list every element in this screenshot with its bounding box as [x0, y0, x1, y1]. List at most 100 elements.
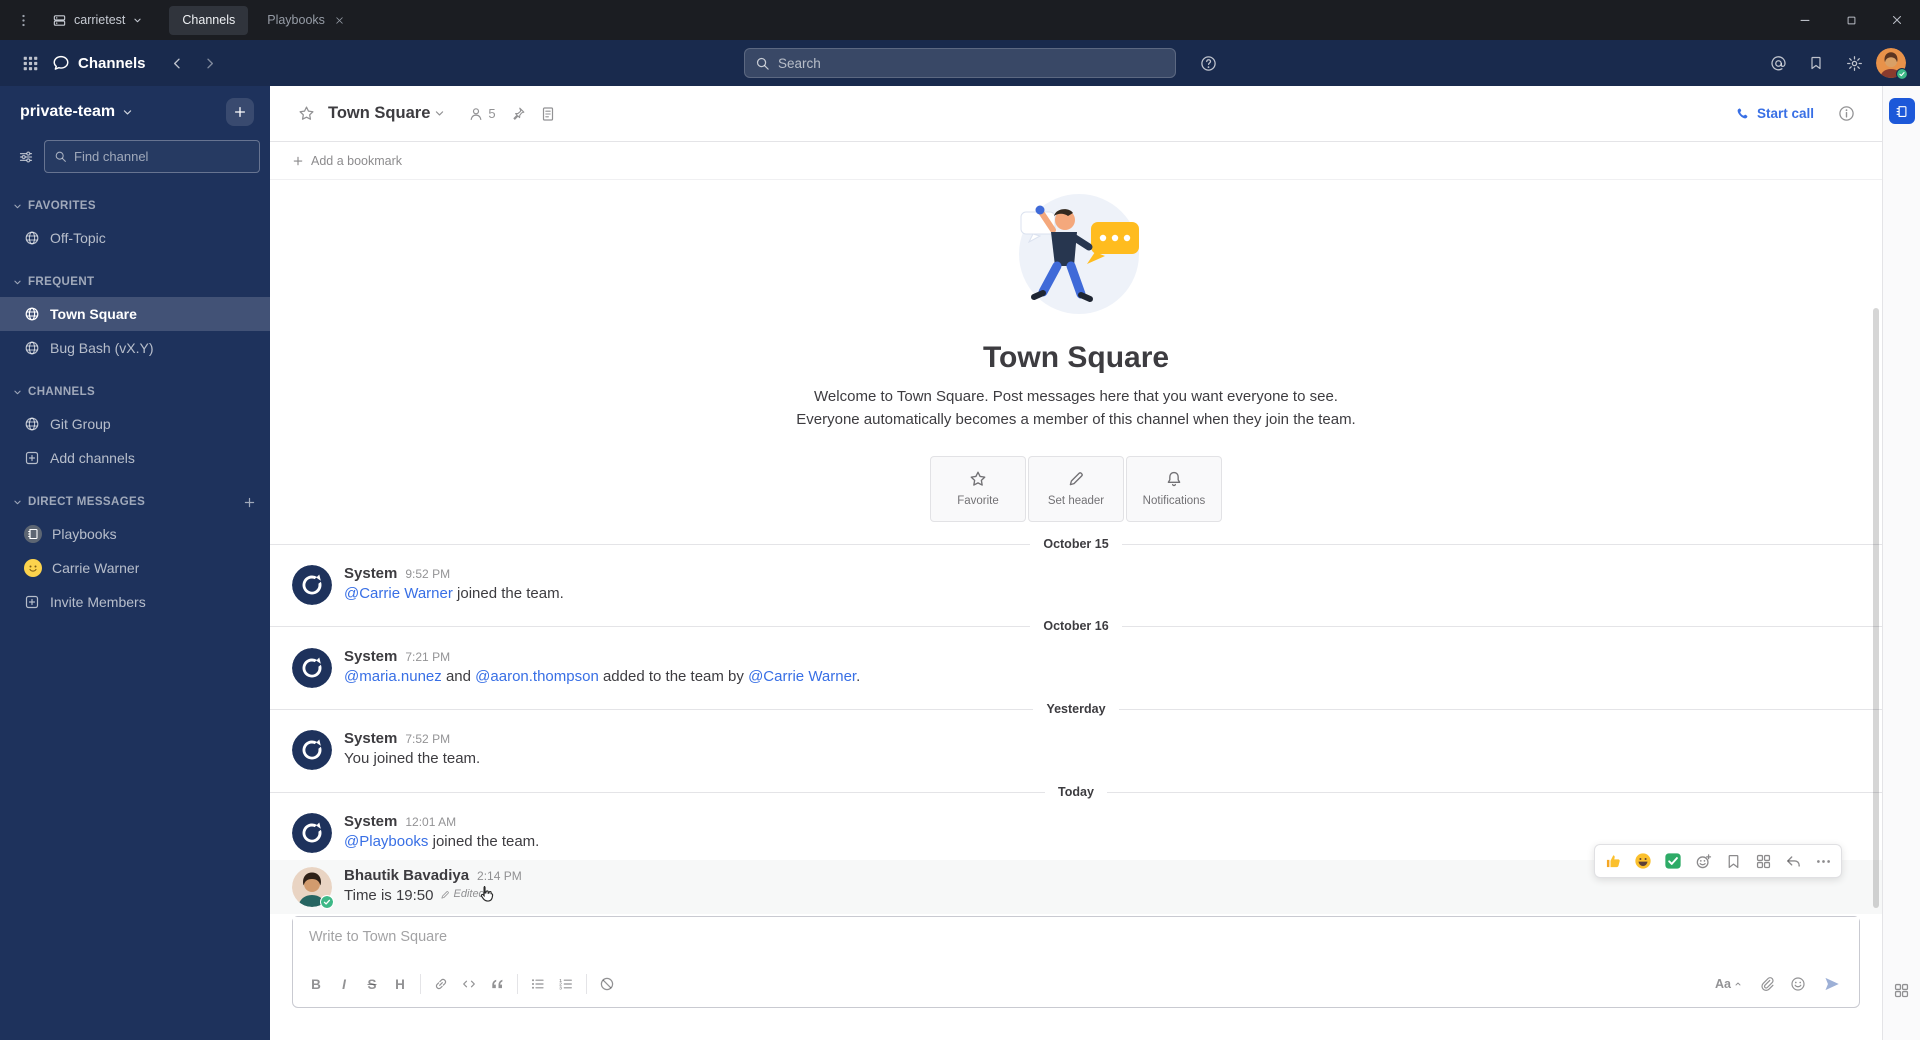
channel-filter-button[interactable] [18, 149, 34, 165]
globe-icon [24, 230, 40, 246]
history-back-button[interactable] [164, 47, 192, 79]
scrollbar-thumb[interactable] [1873, 308, 1879, 908]
mentions-button[interactable] [1762, 47, 1794, 79]
attach-file-button[interactable] [1753, 971, 1781, 997]
saved-messages-button[interactable] [1800, 47, 1832, 79]
bold-button[interactable]: B [302, 971, 330, 997]
sidebar-item-off-topic[interactable]: Off-Topic [0, 221, 270, 255]
save-message-icon[interactable] [1718, 847, 1748, 875]
add-reaction-icon[interactable] [1688, 847, 1718, 875]
sidebar-item-invite-members[interactable]: Invite Members [0, 585, 270, 619]
message-avatar[interactable] [292, 867, 334, 909]
sidebar-item-carrie-warner[interactable]: Carrie Warner [0, 551, 270, 585]
help-button[interactable] [1192, 47, 1224, 79]
quote-button[interactable] [483, 971, 511, 997]
reply-icon[interactable] [1778, 847, 1808, 875]
mattermost-app: carrietest Channels Playbooks Channels S… [0, 0, 1920, 1040]
add-channels-plus-button[interactable] [226, 98, 254, 126]
playbooks-app-icon[interactable] [1888, 98, 1915, 124]
app-menu-button[interactable] [6, 0, 40, 40]
numbered-list-button[interactable]: 123 [552, 971, 580, 997]
message-avatar[interactable] [292, 565, 332, 606]
italic-button[interactable]: I [330, 971, 358, 997]
mention-link[interactable]: @Carrie Warner [344, 585, 453, 602]
product-switcher-button[interactable] [14, 47, 46, 79]
tab-playbooks[interactable]: Playbooks [254, 6, 358, 35]
minimize-icon [1798, 13, 1812, 27]
mention-link[interactable]: @aaron.thompson [475, 668, 599, 685]
heading-button[interactable]: H [386, 971, 414, 997]
favorite-channel-button[interactable] [292, 100, 320, 128]
bookmarks-bar[interactable]: Add a bookmark [270, 142, 1882, 180]
intro-action-notifications[interactable]: Notifications [1126, 455, 1222, 522]
sidebar-section-header[interactable]: FAVORITES [0, 191, 270, 221]
channel-files-button[interactable] [534, 100, 562, 128]
sidebar-item-git-group[interactable]: Git Group [0, 407, 270, 441]
dots-vertical-icon [16, 13, 31, 28]
date-divider-label[interactable]: October 15 [1030, 536, 1122, 551]
close-icon [1890, 13, 1904, 27]
message-sender: System [344, 565, 398, 583]
user-avatar[interactable] [1876, 48, 1908, 80]
chevron-down-icon [12, 497, 23, 508]
sidebar-item-town-square[interactable]: Town Square [0, 297, 270, 331]
svg-text:3: 3 [559, 986, 562, 992]
mention-link[interactable]: @Playbooks [344, 833, 428, 850]
sidebar-section-header[interactable]: DIRECT MESSAGES [0, 487, 270, 517]
global-search[interactable] [744, 48, 1176, 78]
add-direct-message-icon[interactable] [243, 496, 256, 509]
message-apps-icon[interactable] [1748, 847, 1778, 875]
intro-action-favorite[interactable]: Favorite [930, 455, 1026, 522]
close-tab-icon[interactable] [334, 15, 345, 26]
search-icon [755, 56, 770, 71]
send-message-button[interactable] [1815, 970, 1849, 998]
intro-action-set-header[interactable]: Set header [1028, 455, 1124, 522]
link-button[interactable] [427, 971, 455, 997]
composer-toolbar: B I S H 123 Aa [293, 965, 1859, 1007]
more-actions-icon[interactable] [1808, 847, 1838, 875]
apps-grid-icon[interactable] [1888, 976, 1916, 1004]
maximize-button[interactable] [1828, 0, 1874, 40]
history-forward-button[interactable] [196, 47, 224, 79]
find-channel-input[interactable] [74, 149, 250, 164]
reaction-thumbs-up-icon[interactable] [1598, 847, 1628, 875]
start-call-button[interactable]: Start call [1727, 102, 1822, 125]
message-avatar[interactable] [292, 647, 332, 688]
date-divider-label[interactable]: October 16 [1030, 619, 1122, 634]
sidebar-item-add-channels[interactable]: Add channels [0, 441, 270, 475]
pinned-posts-button[interactable] [504, 100, 532, 128]
sidebar-section-header[interactable]: CHANNELS [0, 377, 270, 407]
server-selector[interactable]: carrietest [40, 0, 155, 40]
close-button[interactable] [1874, 0, 1920, 40]
tab-channels[interactable]: Channels [169, 5, 249, 35]
reaction-check-mark-button-icon[interactable] [1658, 847, 1688, 875]
team-menu[interactable]: private-team [20, 103, 134, 121]
find-channel-box[interactable] [44, 140, 260, 173]
bulleted-list-icon [530, 976, 546, 992]
emoji-picker-button[interactable] [1784, 971, 1812, 997]
formatting-toggle-button[interactable]: Aa [1708, 971, 1750, 997]
channel-title-menu[interactable]: Town Square [324, 104, 450, 123]
settings-button[interactable] [1838, 47, 1870, 79]
mention-link[interactable]: @Carrie Warner [748, 668, 856, 685]
message-avatar[interactable] [292, 730, 332, 771]
sidebar-item-bug-bash-vx-y[interactable]: Bug Bash (vX.Y) [0, 331, 270, 365]
channel-members-button[interactable]: 5 [462, 100, 501, 128]
playbook-icon [1894, 104, 1909, 119]
date-divider-label[interactable]: Today [1045, 784, 1107, 799]
channel-info-button[interactable] [1832, 100, 1860, 128]
slash-commands-button[interactable] [593, 971, 621, 997]
code-button[interactable] [455, 971, 483, 997]
sidebar-section-header[interactable]: FREQUENT [0, 267, 270, 297]
message-input[interactable] [293, 917, 1859, 965]
link-icon [433, 976, 449, 992]
mention-link[interactable]: @maria.nunez [344, 668, 442, 685]
date-divider-label[interactable]: Yesterday [1033, 702, 1119, 717]
message-avatar[interactable] [292, 813, 332, 853]
minimize-button[interactable] [1782, 0, 1828, 40]
sidebar-item-playbooks[interactable]: Playbooks [0, 517, 270, 551]
strikethrough-button[interactable]: S [358, 971, 386, 997]
reaction-grinning-face-icon[interactable] [1628, 847, 1658, 875]
bulleted-list-button[interactable] [524, 971, 552, 997]
search-input[interactable] [778, 55, 1165, 71]
